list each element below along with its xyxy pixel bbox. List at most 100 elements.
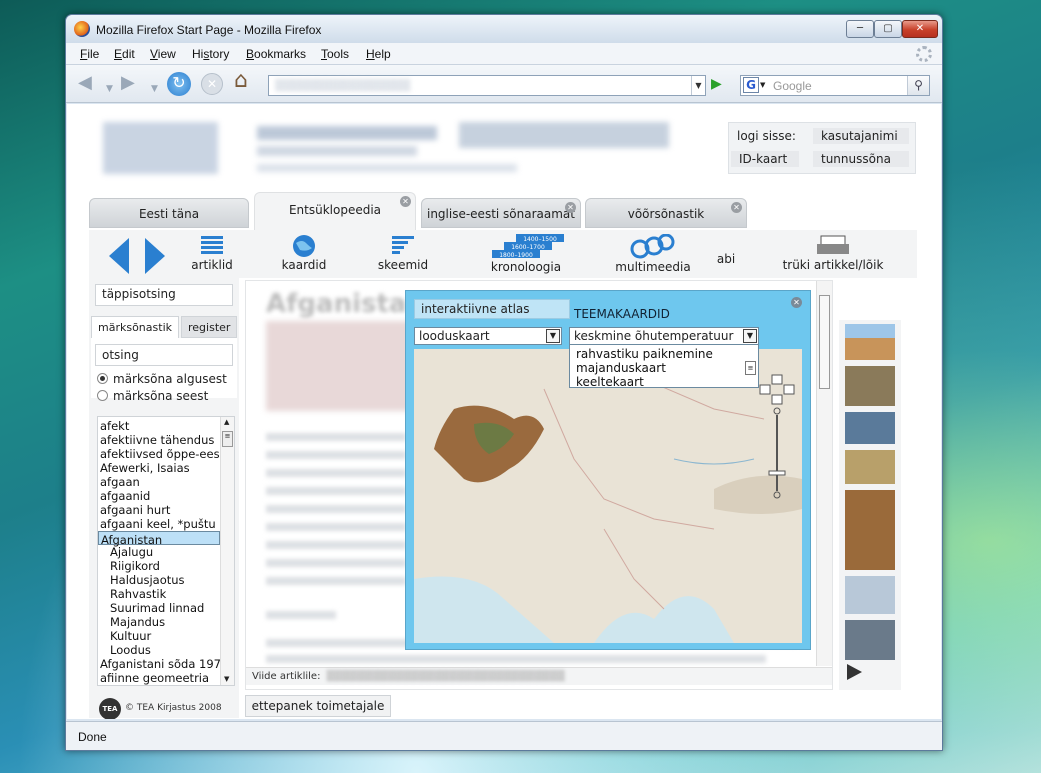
theme-option[interactable]: keeltekaart <box>576 375 644 389</box>
minimize-button[interactable]: ─ <box>846 20 874 38</box>
menu-bookmarks[interactable]: Bookmarks <box>246 47 306 61</box>
tool-articles[interactable]: artiklid <box>187 230 237 272</box>
window-title: Mozilla Firefox Start Page - Mozilla Fir… <box>96 23 322 37</box>
keyword-item[interactable]: afektiivne tähendus <box>98 433 220 447</box>
theme-option[interactable]: majanduskaart <box>576 361 666 375</box>
back-history-dropdown-icon[interactable]: ▼ <box>106 79 113 99</box>
home-icon[interactable]: ⌂ <box>234 70 248 92</box>
keyword-item[interactable]: afgaan <box>98 475 220 489</box>
atlas-tab[interactable]: interaktiivne atlas <box>414 299 570 319</box>
tool-maps[interactable]: kaardid <box>277 230 331 272</box>
scroll-down-icon[interactable]: ▼ <box>224 675 229 683</box>
tab-close-icon[interactable]: ✕ <box>400 196 411 207</box>
menu-view[interactable]: View <box>150 47 176 61</box>
scroll-up-icon[interactable]: ▲ <box>224 418 229 426</box>
go-icon[interactable]: ▶ <box>711 76 722 92</box>
throbber-icon <box>916 46 932 62</box>
tool-print[interactable]: trüki artikkel/lõik <box>781 230 885 272</box>
radio-within[interactable]: märksõna seest <box>97 389 208 403</box>
keyword-item[interactable]: Afewerki, Isaias <box>98 461 220 475</box>
article-scrollbar[interactable] <box>816 281 832 666</box>
dropdown-arrow-icon[interactable]: ▼ <box>546 329 560 343</box>
precise-search-button[interactable]: täppisotsing <box>95 284 233 306</box>
password-field[interactable]: tunnussõna <box>813 151 909 167</box>
url-dropdown-icon[interactable]: ▼ <box>691 76 705 95</box>
thumbnail-3[interactable] <box>845 412 895 444</box>
article-link-url-blurred[interactable]: ▒▒▒▒▒▒▒▒▒▒▒▒▒▒▒▒▒▒▒▒▒▒▒▒▒▒▒▒▒▒▒ <box>326 671 564 682</box>
reload-icon[interactable]: ↻ <box>167 72 191 96</box>
tab-voorsonastik[interactable]: võõrsõnastik ✕ <box>585 198 747 228</box>
thumbnail-6[interactable] <box>845 576 895 614</box>
tab-close-icon[interactable]: ✕ <box>731 202 742 213</box>
keyword-item[interactable]: Suurimad linnad <box>98 601 220 615</box>
magnifier-icon[interactable]: ⚲ <box>907 76 929 95</box>
tab-keywords[interactable]: märksõnastik <box>91 316 179 338</box>
thumbnail-7[interactable] <box>845 620 895 660</box>
dropdown-arrow-icon[interactable]: ▼ <box>743 329 757 343</box>
keyword-item[interactable]: Afganistan <box>98 531 220 547</box>
tab-eesti-tana[interactable]: Eesti täna <box>89 198 249 228</box>
stop-icon[interactable]: ✕ <box>201 73 223 95</box>
id-card-button[interactable]: ID-kaart <box>731 151 799 167</box>
map-zoom-control[interactable] <box>758 373 798 503</box>
keyword-item[interactable]: Majandus <box>98 615 220 629</box>
scroll-thumb[interactable]: ≡ <box>222 431 233 447</box>
back-arrow-icon[interactable]: ◀ <box>78 73 92 93</box>
keyword-item[interactable]: Ajalugu <box>98 545 220 559</box>
tool-multimedia[interactable]: multimeedia <box>613 230 693 274</box>
theme-option[interactable]: rahvastiku paiknemine <box>576 347 713 361</box>
dropdown-scroll-thumb[interactable]: ≡ <box>745 361 756 375</box>
tab-close-icon[interactable]: ✕ <box>565 202 576 213</box>
thumbnail-5[interactable] <box>845 490 895 570</box>
menu-file[interactable]: File <box>80 47 99 61</box>
menu-edit[interactable]: Edit <box>114 47 135 61</box>
multimedia-icon <box>630 234 675 259</box>
tool-chronology[interactable]: 1400–1500 1600–1700 1800–1900 kronoloogi… <box>479 230 573 274</box>
google-icon[interactable]: G <box>743 77 759 93</box>
username-field[interactable]: kasutajanimi <box>813 128 909 144</box>
site-logo-blurred <box>103 122 218 174</box>
thumbnail-2[interactable] <box>845 366 895 406</box>
keyword-item[interactable]: Kultuur <box>98 629 220 643</box>
keyword-item[interactable]: Haldusjaotus <box>98 573 220 587</box>
atlas-close-icon[interactable]: ✕ <box>791 297 802 308</box>
keyword-item[interactable]: Afganistani sõda 1979–1989 <box>98 657 234 671</box>
radio-selected-icon <box>97 373 108 384</box>
radio-from-start[interactable]: märksõna algusest <box>97 372 227 386</box>
thumbnail-4[interactable] <box>845 450 895 484</box>
close-button[interactable]: ✕ <box>902 20 938 38</box>
search-input[interactable]: otsing <box>95 344 233 366</box>
search-engine-dropdown-icon[interactable]: ▼ <box>760 81 765 89</box>
keyword-item[interactable]: afektiivsed õppe-eesmärgid <box>98 447 234 461</box>
keyword-item[interactable]: afgaanid <box>98 489 220 503</box>
feedback-button[interactable]: ettepanek toimetajale <box>245 695 391 717</box>
menu-history[interactable]: History <box>192 47 229 61</box>
atlas-map[interactable] <box>414 349 802 643</box>
forward-arrow-icon[interactable]: ▶ <box>121 73 135 93</box>
tool-help[interactable]: abi <box>711 252 741 266</box>
forward-arrow-icon[interactable] <box>145 238 165 274</box>
keyword-item[interactable]: afgaani keel, *puštu <box>98 517 220 531</box>
search-bar[interactable]: G ▼ Google ⚲ <box>740 75 930 96</box>
keyword-item[interactable]: Riigikord <box>98 559 220 573</box>
keyword-scrollbar[interactable]: ▲ ≡ ▼ <box>220 417 234 685</box>
next-thumbnails-arrow-icon[interactable] <box>847 664 862 680</box>
tab-register[interactable]: register <box>181 316 237 338</box>
keyword-item[interactable]: afgaani hurt <box>98 503 220 517</box>
theme-select[interactable]: keskmine õhutemperatuur ▼ <box>569 327 759 345</box>
tab-inglise-eesti[interactable]: inglise-eesti sõnaraamat ✕ <box>421 198 581 228</box>
keyword-item[interactable]: Loodus <box>98 643 220 657</box>
article-scroll-thumb[interactable] <box>819 295 830 389</box>
map-type-select[interactable]: looduskaart ▼ <box>414 327 562 345</box>
tab-entsuklopeedia[interactable]: Entsüklopeedia ✕ <box>254 192 416 230</box>
menu-tools[interactable]: Tools <box>321 47 349 61</box>
back-arrow-icon[interactable] <box>109 238 129 274</box>
keyword-item[interactable]: afiinne geomeetria <box>98 671 220 685</box>
maximize-button[interactable]: ▢ <box>874 20 902 38</box>
keyword-item[interactable]: afekt <box>98 419 220 433</box>
forward-history-dropdown-icon[interactable]: ▼ <box>151 79 158 99</box>
menu-help[interactable]: Help <box>366 47 391 61</box>
tool-schemes[interactable]: skeemid <box>373 230 433 272</box>
url-bar[interactable]: ▒▒▒▒▒▒▒▒▒▒▒▒▒▒▒▒ ▼ <box>268 75 706 96</box>
keyword-item[interactable]: Rahvastik <box>98 587 220 601</box>
